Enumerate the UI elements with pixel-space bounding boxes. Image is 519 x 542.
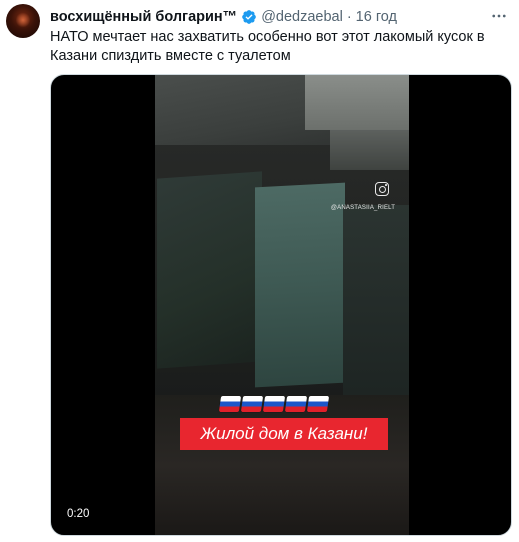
stall-wall-left (157, 171, 262, 369)
russia-flag-icon (240, 396, 264, 412)
avatar[interactable] (6, 4, 40, 38)
tweet-text: НАТО мечтает нас захватить особенно вот … (50, 29, 485, 64)
ceiling-beam-lower (330, 130, 409, 170)
watermark-username: @ANASTASIIA_RIELT (330, 205, 396, 211)
stall-door (255, 182, 345, 388)
stall-wall-right (343, 205, 409, 405)
video-frame[interactable]: @ANASTASIIA_RIELT Жилой дом в Казани! (155, 75, 409, 535)
tweet-time[interactable]: 16 год (356, 9, 397, 25)
video-timestamp: 0:20 (63, 507, 94, 521)
more-horizontal-icon[interactable] (489, 6, 509, 26)
russia-flag-icon (306, 396, 330, 412)
russia-flag-icon (218, 396, 242, 412)
ceiling-beam (305, 75, 409, 130)
video-player[interactable]: @ANASTASIIA_RIELT Жилой дом в Казани! 0:… (50, 74, 512, 536)
russia-flag-icon (284, 396, 308, 412)
instagram-icon (375, 182, 389, 196)
user-handle[interactable]: @dedzaebal (261, 9, 343, 25)
avatar-glow (16, 12, 30, 28)
separator-dot: · (346, 9, 352, 25)
floor-scene (155, 395, 409, 535)
display-name[interactable]: восхищённый болгарин™ (50, 9, 237, 25)
verified-badge-icon (241, 9, 257, 25)
tweet-header: восхищённый болгарин™ @dedzaebal · 16 го… (50, 7, 491, 27)
flag-row (218, 396, 330, 412)
russia-flag-icon (262, 396, 286, 412)
video-caption: Жилой дом в Казани! (180, 418, 388, 450)
